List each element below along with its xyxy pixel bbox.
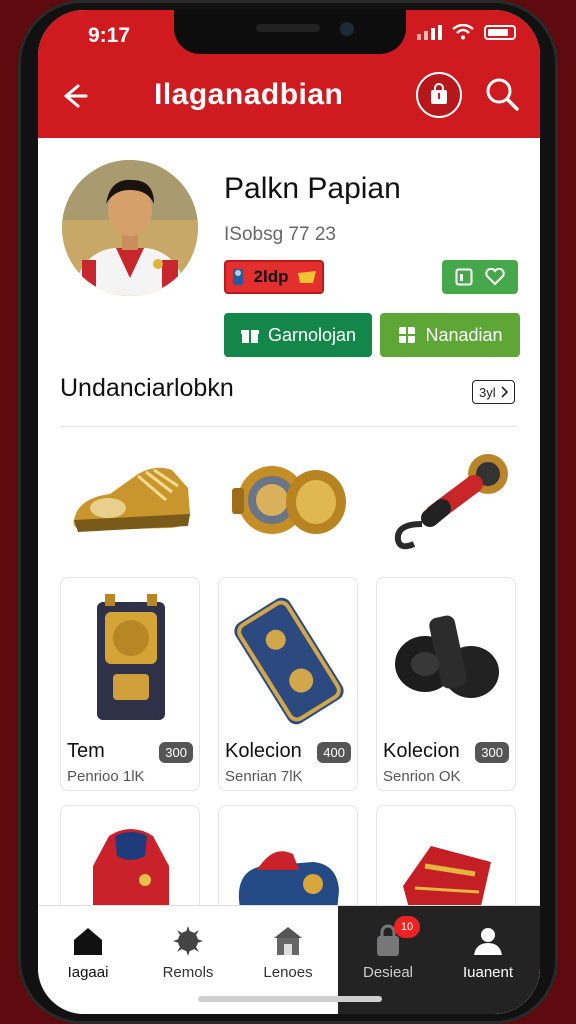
gear-icon: [173, 926, 203, 956]
home-icon: [74, 928, 102, 955]
status-time: 9:17: [88, 24, 131, 47]
see-all-label: 3yl: [479, 384, 496, 400]
product-card[interactable]: Kolecion 300 Senrion OK: [376, 577, 516, 791]
app-screen: 9:17 Ilaganadbian Palkn Papian ISobsg 77: [38, 10, 540, 1014]
signal-icon: [417, 24, 442, 40]
status-icons: [417, 24, 516, 40]
nav-label: Iuanent: [462, 964, 514, 981]
red-keychain-item[interactable]: [382, 440, 508, 550]
notification-badge: 10: [394, 916, 420, 938]
product-card[interactable]: Kolecion 400 Senrian 7lK: [218, 577, 358, 791]
search-icon[interactable]: [482, 74, 522, 114]
battery-icon: [484, 24, 516, 40]
wifi-icon: [452, 24, 474, 40]
see-all-button[interactable]: 3yl: [472, 380, 515, 404]
avatar: [62, 160, 198, 296]
device-notch: [174, 10, 406, 54]
product-title: Kolecion: [225, 740, 302, 762]
coins-badge[interactable]: 2ldp: [224, 260, 324, 294]
section-divider: [60, 426, 518, 427]
box-icon: [399, 327, 416, 343]
secondary-action-label: Nanadian: [425, 324, 503, 345]
product-image: [403, 846, 491, 908]
product-price: 300: [475, 742, 509, 763]
nav-item-home[interactable]: Iagaai: [38, 924, 138, 981]
product-image: [234, 597, 344, 725]
shopping-bag-icon: [431, 83, 447, 104]
product-subtitle: Senrion OK: [383, 768, 461, 785]
product-image: [97, 594, 165, 720]
product-price: 400: [317, 742, 351, 763]
nav-item-desieal[interactable]: 10 Desieal: [338, 916, 438, 981]
product-subtitle: Senrian 7lK: [225, 768, 303, 785]
nav-label: Lenoes: [263, 964, 313, 981]
golden-coins-item[interactable]: [230, 440, 354, 550]
heart-icon: [485, 268, 505, 286]
home-indicator: [198, 996, 382, 1002]
product-title: Tem: [67, 740, 105, 762]
coins-value: 2ldp: [253, 267, 289, 286]
page-title: Ilaganadbian: [154, 78, 344, 111]
section-title: Undanciarlobkn: [60, 374, 234, 402]
product-price: 300: [159, 742, 193, 763]
player-photo: [62, 160, 198, 296]
nav-item-remols[interactable]: Remols: [138, 924, 238, 981]
gift-icon: [240, 330, 259, 343]
favorite-badge[interactable]: [442, 260, 518, 294]
gallery-icon: [455, 268, 473, 286]
product-image: [238, 851, 339, 916]
profile-subtitle: ISobsg 77 23: [224, 224, 336, 245]
figure-icon: [232, 269, 243, 285]
gold-icon: [298, 271, 317, 283]
profile-name: Palkn Papian: [224, 172, 401, 205]
product-image: [395, 615, 499, 698]
nav-label: Iagaai: [67, 964, 109, 981]
nav-label: Remols: [162, 964, 214, 981]
nav-label: Desieal: [362, 964, 414, 981]
product-card[interactable]: Tem 300 Penrioo 1lK: [60, 577, 200, 791]
golden-boot-item[interactable]: [68, 440, 194, 550]
chevron-right-icon: [501, 386, 508, 398]
nav-item-lenoes[interactable]: Lenoes: [238, 924, 338, 981]
store-icon: [274, 927, 302, 955]
primary-action-label: Garnolojan: [267, 324, 357, 345]
product-title: Kolecion: [383, 740, 460, 762]
shop-button[interactable]: [416, 72, 462, 118]
app-header: 9:17 Ilaganadbian: [38, 10, 540, 138]
secondary-action-button[interactable]: Nanadian: [380, 313, 520, 357]
back-arrow-icon[interactable]: [56, 78, 92, 114]
product-subtitle: Penrioo 1lK: [67, 768, 145, 785]
nav-item-account[interactable]: Iuanent: [438, 924, 538, 981]
primary-action-button[interactable]: Garnolojan: [224, 313, 372, 357]
product-image: [93, 829, 169, 916]
user-icon: [474, 928, 502, 955]
